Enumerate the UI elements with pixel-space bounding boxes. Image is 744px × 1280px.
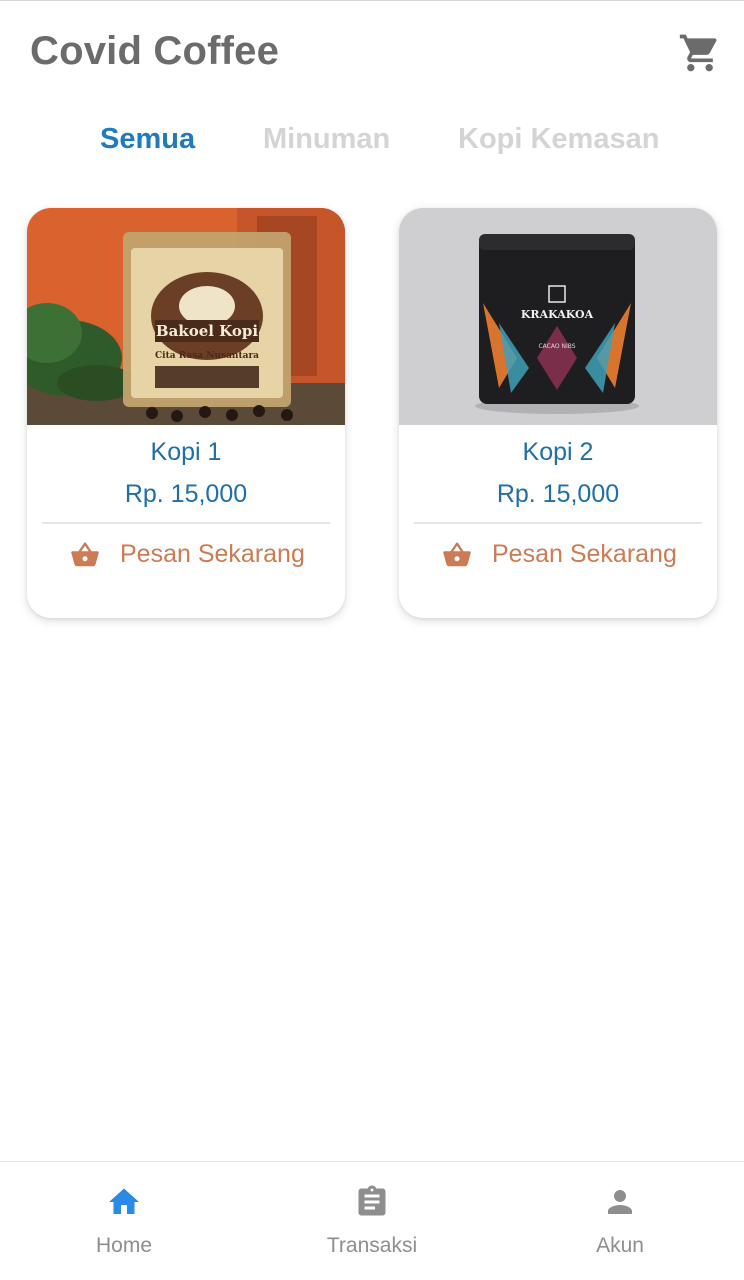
- card-divider: [42, 522, 330, 524]
- app-title: Covid Coffee: [30, 29, 280, 73]
- nav-akun-label: Akun: [596, 1234, 644, 1257]
- product-image-brand-1: Bakoel Kopi: [156, 322, 258, 340]
- cart-button[interactable]: [678, 31, 722, 75]
- product-image-brand-2: KRAKAKOA: [521, 308, 594, 321]
- order-now-button[interactable]: Pesan Sekarang: [399, 530, 717, 580]
- order-now-label: Pesan Sekarang: [492, 540, 677, 568]
- product-image-tagline-1: Cita Rasa Nusantara: [155, 351, 259, 361]
- tab-kopi-kemasan[interactable]: Kopi Kemasan: [458, 123, 659, 156]
- product-price: Rp. 15,000: [496, 480, 620, 508]
- product-image-kopi-2[interactable]: KRAKAKOA CACAO NIBS: [399, 208, 717, 425]
- product-image-kopi-1[interactable]: Bakoel Kopi Cita Rasa Nusantara: [27, 208, 345, 425]
- shopping-basket-icon: [71, 542, 99, 567]
- product-card-kopi-1[interactable]: Bakoel Kopi Cita Rasa Nusantara Kopi 1 R…: [27, 208, 345, 618]
- clipboard-icon: [358, 1185, 386, 1216]
- nav-akun[interactable]: Akun: [496, 1162, 744, 1280]
- shopping-basket-icon: [443, 542, 471, 567]
- nav-transaksi[interactable]: Transaksi: [248, 1162, 496, 1280]
- tab-minuman[interactable]: Minuman: [263, 123, 390, 156]
- order-now-button[interactable]: Pesan Sekarang: [27, 530, 345, 580]
- product-card-kopi-2[interactable]: KRAKAKOA CACAO NIBS Kopi 2 Rp. 15,000 Pe…: [399, 208, 717, 618]
- product-price: Rp. 15,000: [124, 480, 248, 508]
- nav-home-label: Home: [95, 1234, 153, 1257]
- app-screen: Covid Coffee Semua Minuman Kopi Kemasan: [0, 0, 744, 1280]
- nav-home[interactable]: Home: [0, 1162, 248, 1280]
- nav-transaksi-label: Transaksi: [326, 1234, 418, 1257]
- bottom-navigation: Home Transaksi Akun: [0, 1161, 744, 1280]
- card-divider: [414, 522, 702, 524]
- app-header: Covid Coffee: [0, 1, 744, 101]
- product-name: Kopi 1: [150, 438, 222, 466]
- product-image-tagline-2: CACAO NIBS: [538, 343, 575, 350]
- person-icon: [608, 1190, 632, 1214]
- home-icon: [109, 1188, 139, 1214]
- order-now-label: Pesan Sekarang: [120, 540, 305, 568]
- category-tabs: Semua Minuman Kopi Kemasan: [0, 123, 744, 173]
- shopping-cart-icon: [679, 34, 717, 72]
- tab-semua[interactable]: Semua: [100, 123, 195, 156]
- product-name: Kopi 2: [522, 438, 594, 466]
